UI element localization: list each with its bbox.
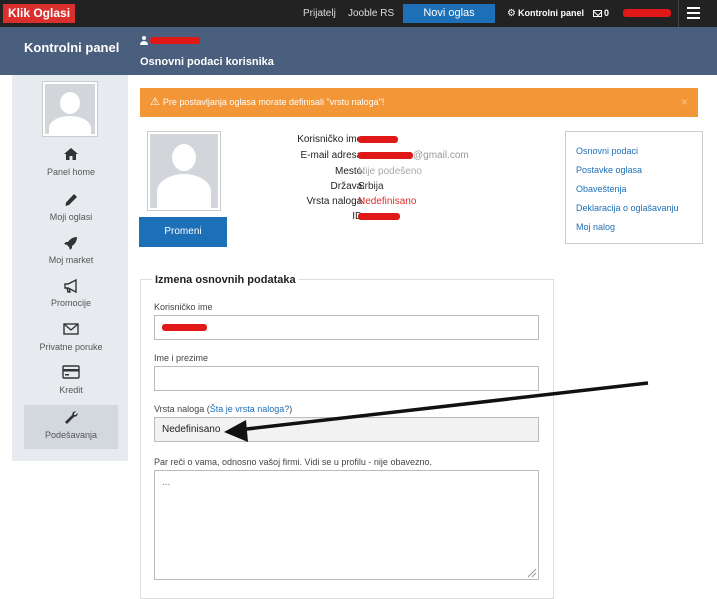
info-label: E-mail adresa: — [300, 150, 365, 161]
settings-link-moj-nalog[interactable]: Moj nalog — [576, 218, 692, 237]
sidebar: Panel home Moji oglasi Moj market Promoc… — [12, 75, 128, 461]
account-type-field[interactable]: Nedefinisano — [154, 417, 539, 442]
wrench-icon — [24, 410, 118, 428]
sidebar-item-promocije[interactable]: Promocije — [24, 278, 118, 320]
messages-link[interactable]: 0 — [593, 0, 609, 27]
user-menu-redacted[interactable] — [623, 9, 671, 17]
hamburger-icon[interactable] — [687, 7, 700, 19]
settings-link-deklaracija[interactable]: Deklaracija o oglašavanju — [576, 199, 692, 218]
sidebar-item-label: Moj market — [48, 255, 94, 265]
envelope-icon — [24, 322, 118, 340]
info-row-mesto: Mesto: Nije podešeno — [230, 166, 530, 179]
page-title: Kontrolni panel — [24, 40, 120, 55]
warning-icon: ⚠ — [150, 96, 160, 108]
control-panel-label: Kontrolni panel — [517, 8, 584, 18]
sidebar-item-label: Promocije — [50, 298, 91, 308]
sidebar-item-label: Panel home — [46, 167, 96, 177]
vrsta-value: Nedefinisano — [358, 196, 417, 207]
sidebar-item-kredit[interactable]: Kredit — [24, 365, 118, 407]
sidebar-item-moj-market[interactable]: Moj market — [24, 235, 118, 277]
sidebar-item-podesavanja[interactable]: Podešavanja — [24, 405, 118, 449]
home-icon — [24, 147, 118, 165]
header-username — [140, 35, 200, 46]
envelope-icon — [593, 10, 602, 18]
warning-alert: ⚠ Pre postavljanja oglasa morate definisa… — [140, 88, 698, 117]
fullname-label: Ime i prezime — [154, 353, 209, 363]
change-photo-button[interactable]: Promeni — [139, 217, 227, 247]
sidebar-item-label: Kredit — [59, 385, 83, 395]
top-navbar: Klik Oglasi Prijatelj Jooble RS Novi ogl… — [0, 0, 717, 27]
email-value: @gmail.com — [358, 150, 469, 161]
username-value-redacted — [358, 134, 398, 145]
control-panel-link[interactable]: ⚙ Kontrolni panel — [507, 0, 584, 27]
resize-grip-icon[interactable] — [525, 566, 537, 578]
info-row-vrsta: Vrsta naloga: Nedefinisano — [230, 196, 530, 209]
info-row-email: E-mail adresa: @gmail.com — [230, 150, 530, 163]
mesto-value: Nije podešeno — [358, 166, 422, 177]
about-label: Par reči o vama, odnosno vašoj firmi. Vi… — [154, 457, 432, 467]
drzava-value: Srbija — [358, 181, 384, 192]
sidebar-item-label: Privatne poruke — [39, 342, 103, 352]
username-input[interactable] — [154, 315, 539, 340]
info-label: Vrsta naloga: — [306, 196, 365, 207]
credit-card-icon — [24, 365, 118, 383]
username-input-redacted — [162, 323, 207, 331]
info-row-username: Korisničko ime: — [230, 134, 530, 147]
info-row-drzava: Država: Srbija — [230, 181, 530, 194]
username-label: Korisničko ime — [154, 302, 213, 312]
form-legend: Izmena osnovnih podataka — [152, 274, 299, 286]
close-icon[interactable]: × — [681, 88, 688, 117]
settings-link-obavestenja[interactable]: Obaveštenja — [576, 180, 692, 199]
message-count: 0 — [604, 8, 610, 18]
user-icon — [140, 35, 148, 45]
sidebar-item-privatne-poruke[interactable]: Privatne poruke — [24, 322, 118, 364]
rocket-icon — [24, 235, 118, 253]
alert-text: Pre postavljanja oglasa morate definisal… — [162, 97, 385, 107]
site-logo[interactable]: Klik Oglasi — [3, 4, 76, 23]
about-textarea[interactable] — [154, 470, 539, 580]
fullname-input[interactable] — [154, 366, 539, 391]
profile-avatar — [147, 131, 221, 211]
megaphone-icon — [24, 278, 118, 296]
divider — [678, 0, 679, 27]
id-value-redacted — [358, 211, 400, 222]
account-type-label-close: ) — [289, 404, 293, 414]
page-subtitle: Osnovni podaci korisnika — [140, 56, 274, 68]
info-label: Korisničko ime: — [297, 134, 365, 145]
email-domain: @gmail.com — [413, 150, 469, 161]
sidebar-item-moji-oglasi[interactable]: Moji oglasi — [24, 192, 118, 234]
sidebar-avatar — [42, 81, 98, 137]
settings-link-postavke-oglasa[interactable]: Postavke oglasa — [576, 161, 692, 180]
settings-link-osnovni-podaci[interactable]: Osnovni podaci — [576, 142, 692, 161]
nav-link-prijatelj[interactable]: Prijatelj — [303, 0, 336, 27]
account-type-help-link[interactable]: Šta je vrsta naloga? — [210, 404, 290, 414]
pencil-icon — [24, 192, 118, 210]
settings-menu: Osnovni podaci Postavke oglasa Obavešten… — [565, 131, 703, 244]
page-header: Kontrolni panel Osnovni podaci korisnika — [0, 27, 717, 75]
sidebar-item-label: Podešavanja — [44, 430, 98, 440]
info-row-id: ID: — [230, 211, 530, 224]
account-type-label: Vrsta naloga (Šta je vrsta naloga?) — [154, 404, 292, 414]
nav-link-jooble[interactable]: Jooble RS — [348, 0, 394, 27]
username-redacted — [150, 36, 200, 44]
gear-icon: ⚙ — [507, 8, 516, 19]
account-type-label-text: Vrsta naloga ( — [154, 404, 210, 414]
sidebar-item-label: Moji oglasi — [49, 212, 93, 222]
sidebar-item-panel-home[interactable]: Panel home — [24, 147, 118, 189]
new-ad-button[interactable]: Novi oglas — [403, 4, 495, 23]
